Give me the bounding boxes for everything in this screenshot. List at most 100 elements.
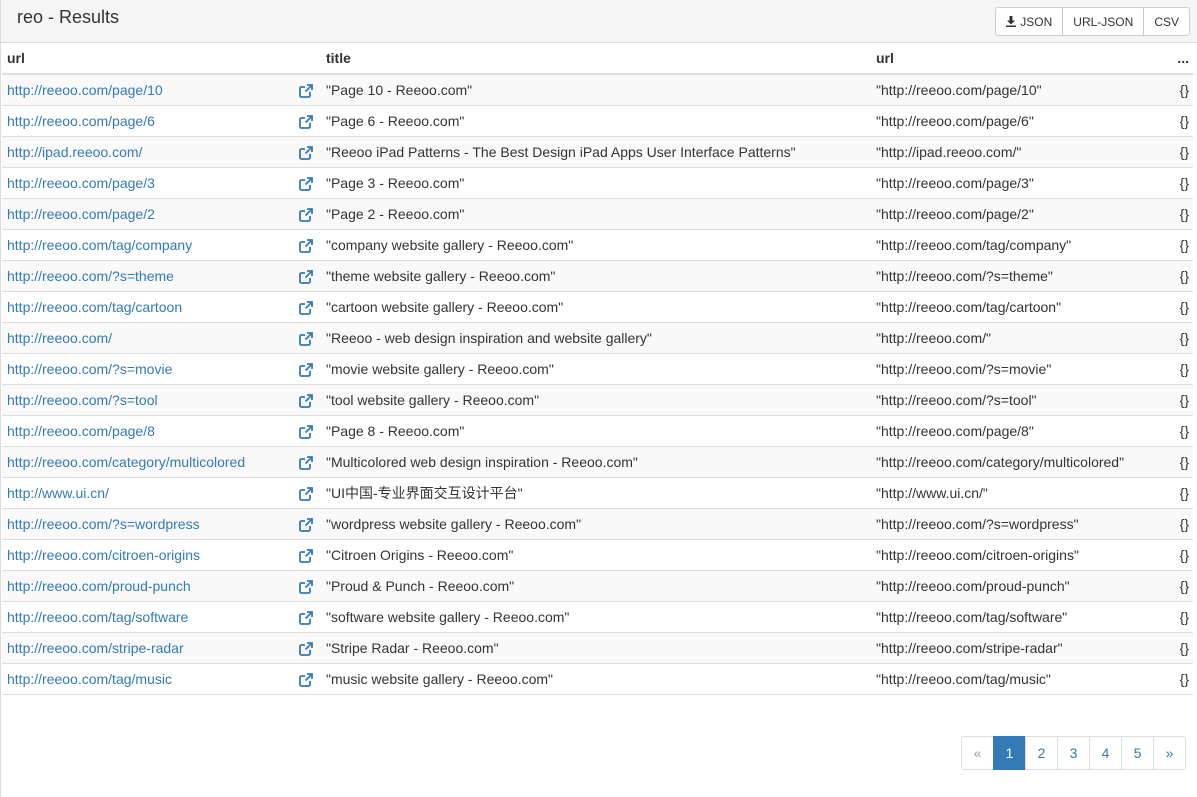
row-url-link[interactable]: http://reeoo.com/page/8 xyxy=(7,423,155,439)
export-json-button[interactable]: JSON xyxy=(995,7,1064,36)
external-link-icon xyxy=(298,424,313,439)
cell-url-value: "http://reeoo.com/page/6" xyxy=(871,105,1171,137)
row-url-link[interactable]: http://reeoo.com/citroen-origins xyxy=(7,547,200,563)
table-body: http://reeoo.com/page/10 "Page 10 - Reeoo… xyxy=(2,74,1193,695)
cell-object[interactable]: {} xyxy=(1171,508,1193,540)
column-header-title[interactable]: title xyxy=(321,43,871,75)
cell-object[interactable]: {} xyxy=(1171,260,1193,292)
row-url-link[interactable]: http://reeoo.com/tag/software xyxy=(7,609,188,625)
cell-object[interactable]: {} xyxy=(1171,105,1193,137)
cell-open[interactable] xyxy=(290,260,321,292)
cell-open[interactable] xyxy=(290,229,321,261)
cell-open[interactable] xyxy=(290,632,321,664)
cell-open[interactable] xyxy=(290,291,321,323)
cell-title: "software website gallery - Reeoo.com" xyxy=(321,601,871,633)
pagination: « 1 2 3 4 5 » xyxy=(961,736,1186,770)
column-header-more[interactable]: ... xyxy=(1171,43,1193,75)
row-url-link[interactable]: http://reeoo.com/page/3 xyxy=(7,175,155,191)
row-url-link[interactable]: http://reeoo.com/page/10 xyxy=(7,82,163,98)
row-url-link[interactable]: http://reeoo.com/proud-punch xyxy=(7,578,191,594)
pagination-page-5[interactable]: 5 xyxy=(1121,736,1154,770)
export-url-json-button[interactable]: URL-JSON xyxy=(1062,7,1145,36)
cell-open[interactable] xyxy=(290,136,321,168)
cell-url-value: "http://reeoo.com/?s=wordpress" xyxy=(871,508,1171,540)
cell-url-value: "http://reeoo.com/tag/cartoon" xyxy=(871,291,1171,323)
cell-open[interactable] xyxy=(290,322,321,354)
cell-title: "Reeoo - web design inspiration and webs… xyxy=(321,322,871,354)
cell-open[interactable] xyxy=(290,508,321,540)
cell-url-value: "http://reeoo.com/page/3" xyxy=(871,167,1171,199)
table-row: http://reeoo.com/page/8 "Page 8 - Reeoo.c… xyxy=(2,415,1193,447)
cell-object[interactable]: {} xyxy=(1171,136,1193,168)
cell-open[interactable] xyxy=(290,167,321,199)
export-csv-button[interactable]: CSV xyxy=(1143,7,1190,36)
row-url-link[interactable]: http://www.ui.cn/ xyxy=(7,485,109,501)
cell-title: "Multicolored web design inspiration - R… xyxy=(321,446,871,478)
cell-object[interactable]: {} xyxy=(1171,291,1193,323)
cell-object[interactable]: {} xyxy=(1171,167,1193,199)
table-row: http://reeoo.com/page/3 "Page 3 - Reeoo.c… xyxy=(2,167,1193,199)
row-url-link[interactable]: http://reeoo.com/tag/cartoon xyxy=(7,299,182,315)
cell-url: http://reeoo.com/stripe-radar xyxy=(2,632,290,664)
row-url-link[interactable]: http://reeoo.com/stripe-radar xyxy=(7,640,184,656)
pagination-prev[interactable]: « xyxy=(961,736,994,770)
cell-object[interactable]: {} xyxy=(1171,632,1193,664)
cell-object[interactable]: {} xyxy=(1171,570,1193,602)
cell-object[interactable]: {} xyxy=(1171,477,1193,509)
table-row: http://reeoo.com/?s=theme "theme website … xyxy=(2,260,1193,292)
external-link-icon xyxy=(298,672,313,687)
cell-object[interactable]: {} xyxy=(1171,74,1193,106)
cell-url: http://reeoo.com/tag/cartoon xyxy=(2,291,290,323)
row-url-link[interactable]: http://reeoo.com/category/multicolored xyxy=(7,454,245,470)
row-url-link[interactable]: http://reeoo.com/tag/music xyxy=(7,671,172,687)
cell-open[interactable] xyxy=(290,198,321,230)
pagination-page-1[interactable]: 1 xyxy=(993,736,1026,770)
cell-open[interactable] xyxy=(290,415,321,447)
cell-open[interactable] xyxy=(290,384,321,416)
cell-open[interactable] xyxy=(290,601,321,633)
cell-object[interactable]: {} xyxy=(1171,229,1193,261)
external-link-icon xyxy=(298,548,313,563)
pagination-page-4[interactable]: 4 xyxy=(1089,736,1122,770)
cell-object[interactable]: {} xyxy=(1171,601,1193,633)
cell-object[interactable]: {} xyxy=(1171,198,1193,230)
column-header-url[interactable]: url xyxy=(2,43,290,75)
table-row: http://reeoo.com/tag/company "company web… xyxy=(2,229,1193,261)
cell-open[interactable] xyxy=(290,570,321,602)
pagination-next[interactable]: » xyxy=(1153,736,1186,770)
cell-object[interactable]: {} xyxy=(1171,663,1193,695)
cell-object[interactable]: {} xyxy=(1171,384,1193,416)
cell-object[interactable]: {} xyxy=(1171,539,1193,571)
pagination-page-2[interactable]: 2 xyxy=(1025,736,1058,770)
cell-open[interactable] xyxy=(290,105,321,137)
cell-open[interactable] xyxy=(290,663,321,695)
row-url-link[interactable]: http://reeoo.com/?s=movie xyxy=(7,361,172,377)
row-url-link[interactable]: http://reeoo.com/?s=theme xyxy=(7,268,174,284)
cell-object[interactable]: {} xyxy=(1171,415,1193,447)
panel-header: reo - Results JSON URL-JSON CSV xyxy=(1,0,1197,43)
row-url-link[interactable]: http://reeoo.com/page/2 xyxy=(7,206,155,222)
cell-open[interactable] xyxy=(290,74,321,106)
pagination-page-3[interactable]: 3 xyxy=(1057,736,1090,770)
cell-open[interactable] xyxy=(290,477,321,509)
cell-open[interactable] xyxy=(290,446,321,478)
row-url-link[interactable]: http://reeoo.com/page/6 xyxy=(7,113,155,129)
cell-open[interactable] xyxy=(290,353,321,385)
cell-url-value: "http://reeoo.com/page/2" xyxy=(871,198,1171,230)
cell-url: http://reeoo.com/page/8 xyxy=(2,415,290,447)
export-json-label: JSON xyxy=(1020,14,1053,29)
cell-object[interactable]: {} xyxy=(1171,353,1193,385)
row-url-link[interactable]: http://reeoo.com/?s=wordpress xyxy=(7,516,200,532)
row-url-link[interactable]: http://reeoo.com/?s=tool xyxy=(7,392,158,408)
external-link-icon xyxy=(298,486,313,501)
row-url-link[interactable]: http://ipad.reeoo.com/ xyxy=(7,144,142,160)
row-url-link[interactable]: http://reeoo.com/ xyxy=(7,330,112,346)
cell-url: http://reeoo.com/ xyxy=(2,322,290,354)
table-row: http://reeoo.com/tag/cartoon "cartoon web… xyxy=(2,291,1193,323)
cell-open[interactable] xyxy=(290,539,321,571)
row-url-link[interactable]: http://reeoo.com/tag/company xyxy=(7,237,192,253)
column-header-url-value[interactable]: url xyxy=(871,43,1171,75)
cell-object[interactable]: {} xyxy=(1171,322,1193,354)
cell-object[interactable]: {} xyxy=(1171,446,1193,478)
cell-url-value: "http://reeoo.com/proud-punch" xyxy=(871,570,1171,602)
